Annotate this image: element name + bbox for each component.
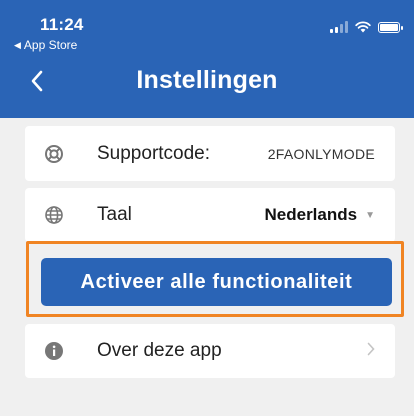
globe-icon <box>41 202 67 228</box>
battery-icon <box>378 21 403 33</box>
supportcode-value: 2FAONLYMODE <box>267 145 375 162</box>
dropdown-caret-icon: ▼ <box>365 209 375 221</box>
chevron-right-icon <box>367 342 375 361</box>
language-row[interactable]: Taal Nederlands ▼ <box>25 188 395 242</box>
status-icons <box>330 21 403 33</box>
signal-icon <box>330 21 348 33</box>
supportcode-row: Supportcode: 2FAONLYMODE <box>25 126 395 181</box>
language-select[interactable]: Nederlands ▼ <box>265 205 376 225</box>
activate-all-button[interactable]: Activeer alle functionaliteit <box>41 258 392 306</box>
info-icon <box>41 338 67 364</box>
about-row[interactable]: Over deze app <box>25 324 395 378</box>
status-time: 11:24 <box>40 15 84 34</box>
app-header: 11:24 ◀ App Store Instellingen <box>0 0 414 118</box>
language-value: Nederlands <box>264 205 358 224</box>
supportcode-label: Supportcode: <box>97 142 211 164</box>
page-title: Instellingen <box>136 66 278 94</box>
status-back-label: App Store <box>23 38 78 52</box>
wifi-icon <box>355 21 371 33</box>
back-triangle-icon: ◀ <box>14 39 21 50</box>
about-label: Over deze app <box>97 340 222 361</box>
lifebuoy-icon <box>41 141 67 167</box>
language-label: Taal <box>97 204 132 225</box>
status-back-to-app[interactable]: ◀ App Store <box>14 38 77 52</box>
